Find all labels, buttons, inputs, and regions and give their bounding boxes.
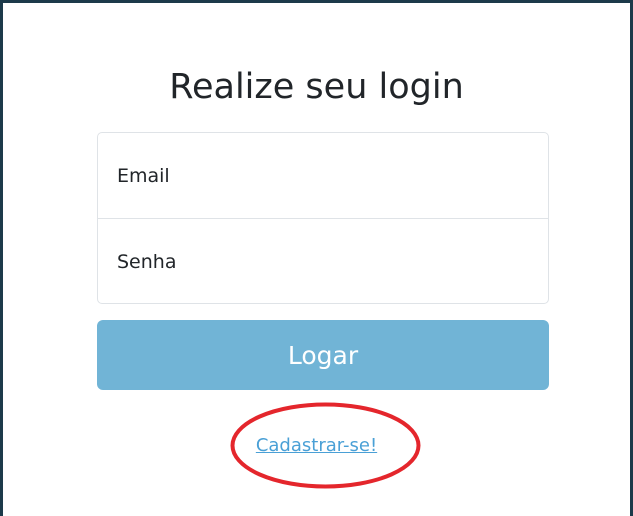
password-input[interactable] [98, 219, 548, 304]
login-button[interactable]: Logar [97, 320, 549, 390]
email-input[interactable] [98, 133, 548, 218]
register-link[interactable]: Cadastrar-se! [0, 432, 633, 460]
page-title: Realize seu login [169, 67, 464, 107]
login-form [97, 132, 549, 304]
